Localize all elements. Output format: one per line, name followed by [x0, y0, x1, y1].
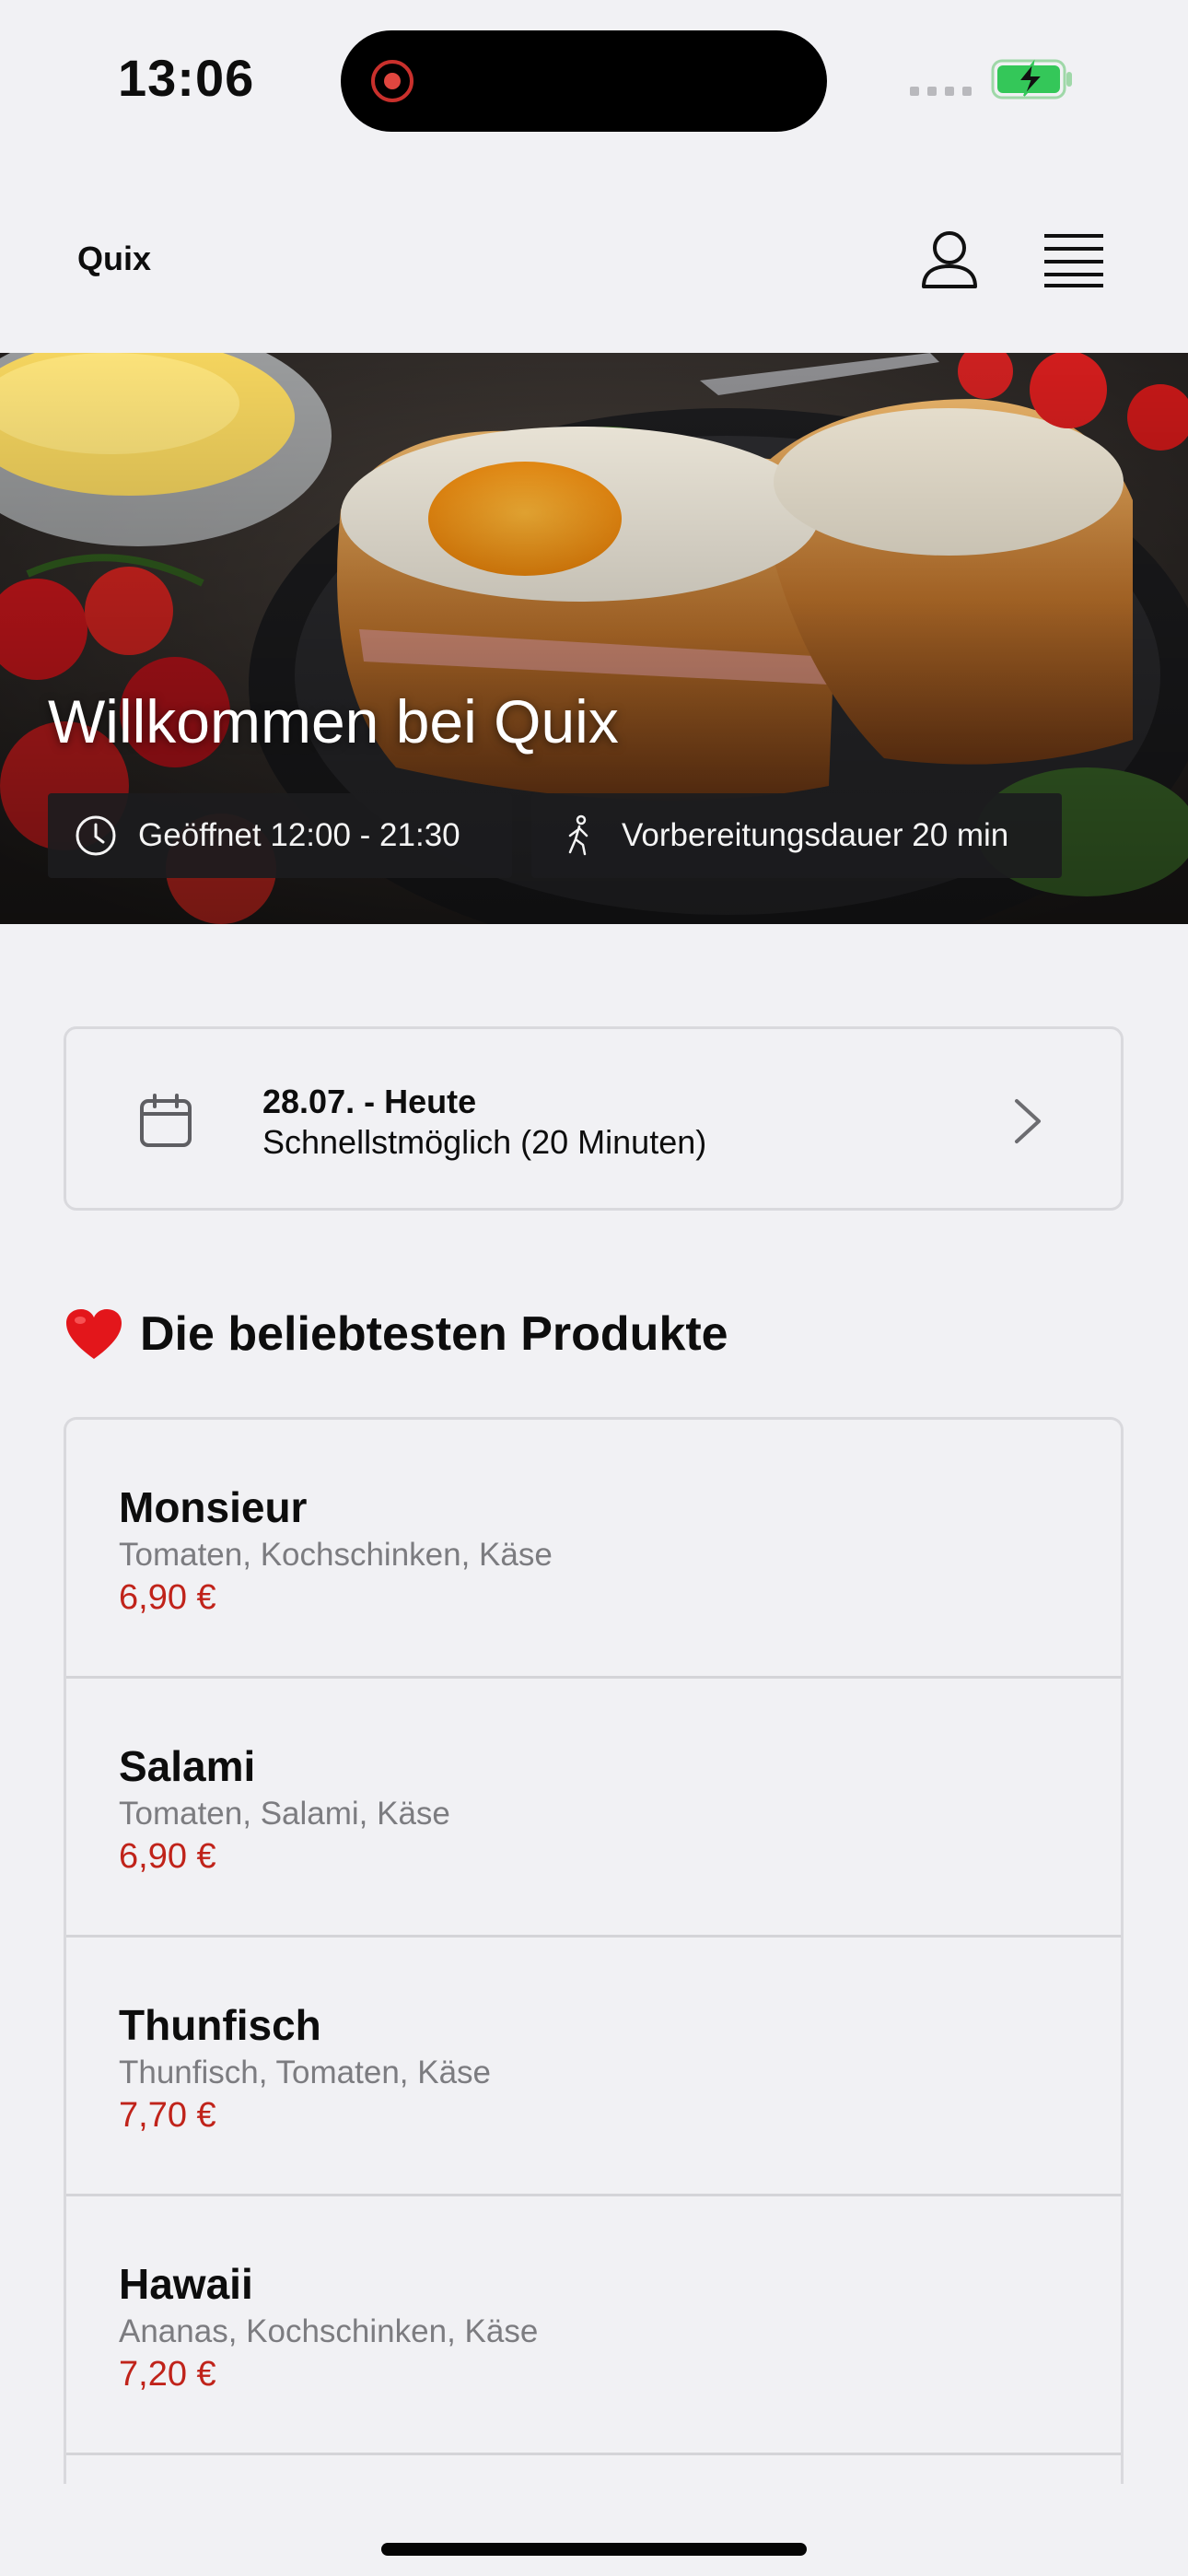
product-list: Monsieur Tomaten, Kochschinken, Käse 6,9… [64, 1417, 1124, 2484]
product-ingredients: Ananas, Kochschinken, Käse [119, 2313, 539, 2349]
product-item[interactable]: Monsieur Tomaten, Kochschinken, Käse 6,9… [66, 1420, 1121, 1679]
popular-products-heading: Die beliebtesten Produkte [64, 1306, 728, 1362]
hero-title: Willkommen bei Quix [48, 687, 619, 755]
dynamic-island [341, 30, 827, 132]
chevron-right-icon [1015, 1099, 1041, 1143]
prep-time-badge: Vorbereitungsdauer 20 min [531, 793, 1062, 878]
clock-icon [76, 815, 116, 856]
menu-icon[interactable] [1042, 227, 1105, 291]
product-item[interactable]: Salami Tomaten, Salami, Käse 6,90 € [66, 1679, 1121, 1938]
calendar-icon [140, 1094, 192, 1147]
app-header: Quix [0, 166, 1188, 353]
home-indicator[interactable] [381, 2543, 807, 2556]
product-ingredients: Tomaten, Salami, Käse [119, 1796, 450, 1832]
pickup-time-selector[interactable]: 28.07. - Heute Schnellstmöglich (20 Minu… [64, 1026, 1124, 1211]
pickup-time: Schnellstmöglich (20 Minuten) [262, 1123, 707, 1161]
user-icon[interactable] [916, 226, 983, 292]
product-price: 7,70 € [119, 2096, 216, 2135]
recording-icon [371, 60, 413, 102]
product-name: Monsieur [119, 1483, 308, 1531]
brand-logo[interactable]: Quix [77, 240, 151, 278]
pickup-date: 28.07. - Heute [262, 1083, 477, 1120]
status-bar: 13:06 [0, 0, 1188, 166]
product-price: 6,90 € [119, 1578, 216, 1617]
product-item[interactable]: Hawaii Ananas, Kochschinken, Käse 7,20 € [66, 2196, 1121, 2455]
product-price: 7,20 € [119, 2355, 216, 2394]
product-name: Hawaii [119, 2260, 253, 2308]
section-title-text: Die beliebtesten Produkte [140, 1307, 728, 1361]
product-item[interactable]: Thunfisch Thunfisch, Tomaten, Käse 7,70 … [66, 1938, 1121, 2196]
status-time: 13:06 [118, 49, 255, 107]
hero-banner: Willkommen bei Quix Geöffnet 12:00 - 21:… [0, 353, 1188, 924]
walking-person-icon [568, 814, 588, 856]
product-name: Salami [119, 1742, 256, 1790]
product-name: Thunfisch [119, 2001, 321, 2049]
heart-icon [66, 1309, 122, 1359]
battery-charging-icon [991, 59, 1072, 100]
product-ingredients: Tomaten, Kochschinken, Käse [119, 1537, 553, 1573]
prep-time-text: Vorbereitungsdauer 20 min [622, 817, 1009, 853]
opening-hours-text: Geöffnet 12:00 - 21:30 [138, 817, 460, 853]
product-price: 6,90 € [119, 1837, 216, 1876]
signal-icon [910, 87, 972, 96]
product-ingredients: Thunfisch, Tomaten, Käse [119, 2055, 492, 2090]
opening-hours-badge: Geöffnet 12:00 - 21:30 [48, 793, 512, 878]
